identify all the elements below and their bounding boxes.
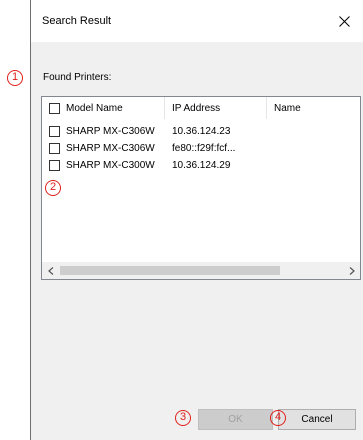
column-header-model-name[interactable]: Model Name (42, 97, 164, 119)
column-header-name-label: Name (274, 102, 301, 114)
column-header-ip-address-label: IP Address (172, 102, 221, 114)
select-all-checkbox[interactable] (49, 102, 60, 114)
callout-marker-4: 4 (270, 410, 286, 426)
ip-address-cell: 10.36.124.29 (172, 160, 231, 171)
model-name-cell: SHARP MX-C300W (66, 160, 155, 171)
table-row[interactable]: SHARP MX-C306W fe80::f29f:fcf... (42, 142, 360, 156)
table-row[interactable]: SHARP MX-C300W 10.36.124.29 (42, 159, 360, 173)
callout-marker-3: 3 (175, 410, 191, 426)
chevron-right-icon (349, 266, 355, 275)
ip-address-cell: 10.36.124.23 (172, 126, 231, 137)
table-row[interactable]: SHARP MX-C306W 10.36.124.23 (42, 125, 360, 139)
model-name-cell: SHARP MX-C306W (66, 126, 155, 137)
ok-button[interactable]: OK (198, 409, 273, 430)
callout-marker-1: 1 (7, 70, 23, 86)
screenshot-stage: Search Result Found Printers: Model Name… (0, 0, 363, 440)
scrollbar-thumb[interactable] (60, 266, 280, 275)
row-checkbox[interactable] (49, 143, 60, 154)
column-header-name[interactable]: Name (267, 97, 360, 119)
close-icon (338, 15, 350, 27)
column-header-ip-address[interactable]: IP Address (165, 97, 266, 119)
found-printers-label: Found Printers: (43, 72, 112, 83)
model-name-cell: SHARP MX-C306W (66, 143, 155, 154)
chevron-left-icon (47, 266, 53, 275)
scroll-left-button[interactable] (42, 262, 59, 279)
close-button[interactable] (324, 0, 363, 42)
row-checkbox[interactable] (49, 160, 60, 171)
callout-marker-2: 2 (45, 180, 61, 196)
dialog-title: Search Result (42, 15, 112, 27)
scroll-right-button[interactable] (343, 262, 360, 279)
cancel-button[interactable]: Cancel (278, 409, 356, 430)
printer-list[interactable]: Model Name IP Address Name SHARP MX-C306… (41, 96, 361, 280)
row-checkbox[interactable] (49, 126, 60, 137)
search-result-dialog: Search Result Found Printers: Model Name… (30, 0, 363, 440)
column-header-model-name-label: Model Name (66, 102, 123, 114)
horizontal-scrollbar[interactable] (42, 262, 360, 279)
title-bar: Search Result (31, 0, 363, 42)
ip-address-cell: fe80::f29f:fcf... (172, 143, 236, 154)
